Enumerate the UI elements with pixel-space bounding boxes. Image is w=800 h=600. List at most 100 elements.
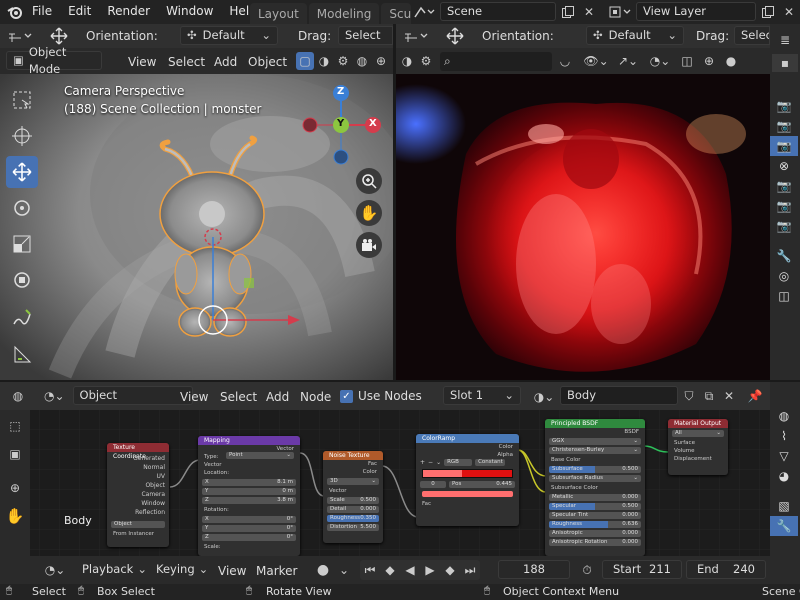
menu-edit[interactable]: Edit: [68, 4, 91, 18]
measure-tool[interactable]: [6, 338, 38, 370]
render-tab-icon[interactable]: 📷: [770, 96, 798, 116]
shader-type-dropdown[interactable]: Object: [72, 386, 193, 405]
next-keyframe-icon[interactable]: ◆: [440, 560, 460, 580]
orientation-dropdown[interactable]: ✣ Default ⌄: [586, 26, 684, 45]
slot-dropdown[interactable]: Slot 1 ⌄: [443, 386, 521, 405]
fake-user-icon[interactable]: ⛉: [680, 387, 698, 405]
material-shading-icon[interactable]: ⚙: [417, 52, 435, 70]
camera-view-icon[interactable]: [356, 232, 382, 258]
world-tab-icon[interactable]: 📷: [770, 176, 798, 196]
node-editor-canvas[interactable]: ⬚ ▣ ⊕ ✋ Body Texture Coordinate Generate…: [0, 410, 770, 556]
rotation-z[interactable]: Z 0°: [202, 534, 296, 541]
distribution-dropdown[interactable]: GGX ⌄: [549, 438, 641, 445]
timeline-view-menu[interactable]: View: [218, 564, 246, 578]
menu-file[interactable]: File: [32, 4, 52, 18]
from-instancer-checkbox[interactable]: From Instancer: [107, 530, 169, 538]
roughness-field[interactable]: Roughness 0.636: [549, 521, 641, 528]
transform-tool[interactable]: [6, 264, 38, 296]
select-box-tool[interactable]: [6, 84, 38, 116]
roughness-field[interactable]: Roughness 0.350: [327, 515, 379, 522]
solid-shading-icon[interactable]: ◑: [398, 52, 416, 70]
solid-shading-icon[interactable]: ◑: [315, 52, 333, 70]
particles-tab-icon[interactable]: ◎: [770, 266, 798, 286]
location-y[interactable]: Y0 m: [202, 488, 296, 495]
jump-start-icon[interactable]: ⏮: [360, 560, 380, 580]
scene-icon[interactable]: [410, 2, 438, 22]
navigation-gizmo[interactable]: Z Y X: [298, 84, 388, 174]
cursor-tool[interactable]: [6, 120, 38, 152]
specular-field[interactable]: Specular 0.500: [549, 503, 641, 510]
current-frame-field[interactable]: 188: [498, 560, 570, 579]
pan-hand-icon[interactable]: ✋: [356, 200, 382, 226]
wrench-tab-icon[interactable]: 🔧: [770, 516, 798, 536]
timeline-editor-icon[interactable]: ◔⌄: [40, 561, 70, 579]
view-layer-tab-icon[interactable]: 📷: [770, 136, 798, 156]
pin-icon[interactable]: 📌: [746, 387, 764, 405]
start-frame-field[interactable]: Start 211: [602, 560, 682, 579]
play-icon[interactable]: ▶: [420, 560, 440, 580]
record-icon[interactable]: ●: [312, 560, 334, 580]
mapping-node[interactable]: Mapping Vector Type: Point ⌄ Vector Locat…: [198, 436, 300, 556]
location-z[interactable]: Z 3.8 m: [202, 497, 296, 504]
scale-field[interactable]: Scale 0.500: [327, 497, 379, 504]
rotate-tool[interactable]: [6, 192, 38, 224]
filter-icon[interactable]: ◡: [556, 52, 574, 70]
viewport-menu-add[interactable]: Add: [214, 55, 237, 69]
modifier-tab-icon[interactable]: 📷: [770, 216, 798, 236]
delete-scene-icon[interactable]: ✕: [580, 2, 598, 22]
blender-logo-icon[interactable]: [6, 3, 24, 21]
timeline-marker-menu[interactable]: Marker: [256, 564, 297, 578]
wireframe-shading-icon[interactable]: ▢: [296, 52, 314, 70]
anisotropic-field[interactable]: Anisotropic 0.000: [549, 530, 641, 537]
menu-render[interactable]: Render: [107, 4, 150, 18]
target-dropdown[interactable]: All ⌄: [672, 430, 724, 437]
ramp-interp-dropdown[interactable]: Constant: [475, 459, 506, 466]
ramp-mode-dropdown[interactable]: RGB: [444, 459, 473, 466]
subsurface-radius-dropdown[interactable]: Subsurface Radius ⌄: [549, 475, 641, 482]
material-output-node[interactable]: Material Output All ⌄ Surface Volume Disp…: [668, 419, 728, 475]
node-menu-add[interactable]: Add: [266, 390, 289, 404]
detail-field[interactable]: Detail 0.000: [327, 506, 379, 513]
stop-index-field[interactable]: 0: [420, 481, 446, 488]
mini-viewport-icon[interactable]: ▪: [772, 54, 798, 72]
location-x[interactable]: X 8.1 m: [202, 479, 296, 486]
stop-color-swatch[interactable]: [422, 491, 513, 497]
overlay-toggle-icon[interactable]: ◔⌄: [646, 52, 674, 70]
annotate-tool[interactable]: [6, 302, 38, 334]
new-view-layer-icon[interactable]: [758, 2, 778, 22]
physics-tab-icon[interactable]: ◍: [770, 406, 798, 426]
wrench-tab-icon[interactable]: 🔧: [770, 246, 798, 266]
scale-tool[interactable]: [6, 228, 38, 260]
checkbox-checked-icon[interactable]: ✓: [340, 389, 353, 403]
stopwatch-icon[interactable]: ⏱: [578, 561, 596, 579]
subsurface-field[interactable]: Subsurface 0.500: [549, 466, 641, 473]
output-tab-icon[interactable]: 📷: [770, 116, 798, 136]
view-layer-field[interactable]: View Layer: [636, 2, 756, 21]
material-browse-icon[interactable]: ◑⌄: [530, 388, 558, 406]
outliner-tab-icon[interactable]: ≣: [772, 30, 798, 50]
scene-tab-icon[interactable]: ⊗: [770, 156, 798, 176]
pan-hand-icon[interactable]: ✋: [2, 504, 28, 528]
gizmo-toggle-icon[interactable]: ↗⌄: [614, 52, 642, 70]
orientation-dropdown[interactable]: ✣ Default ⌄: [180, 26, 278, 45]
annotate-tool-icon[interactable]: ▣: [2, 442, 28, 466]
select-tool-icon[interactable]: ⬚: [2, 414, 28, 438]
zoom-icon[interactable]: ⊕: [2, 476, 28, 500]
viewport-menu-select[interactable]: Select: [168, 55, 205, 69]
menu-window[interactable]: Window: [166, 4, 213, 18]
ramp-menu-icon[interactable]: ⌄: [436, 459, 441, 466]
solid-shading-icon[interactable]: ●: [722, 52, 740, 70]
scene-field[interactable]: Scene: [440, 2, 556, 21]
color-ramp-bar[interactable]: [422, 469, 513, 478]
rotation-y[interactable]: Y 0°: [202, 525, 296, 532]
wireframe-shading-icon[interactable]: ⊕: [700, 52, 718, 70]
rotation-x[interactable]: X 0°: [202, 516, 296, 523]
delete-view-layer-icon[interactable]: ✕: [780, 2, 798, 22]
new-material-icon[interactable]: ⧉: [700, 387, 718, 405]
tab-modeling[interactable]: Modeling: [308, 3, 380, 25]
end-frame-field[interactable]: End 240: [686, 560, 766, 579]
material-name-field[interactable]: Body: [560, 386, 678, 405]
tool-settings-icon[interactable]: [6, 27, 36, 45]
use-nodes-toggle[interactable]: ✓ Use Nodes: [340, 389, 422, 403]
node-menu-node[interactable]: Node: [300, 390, 331, 404]
